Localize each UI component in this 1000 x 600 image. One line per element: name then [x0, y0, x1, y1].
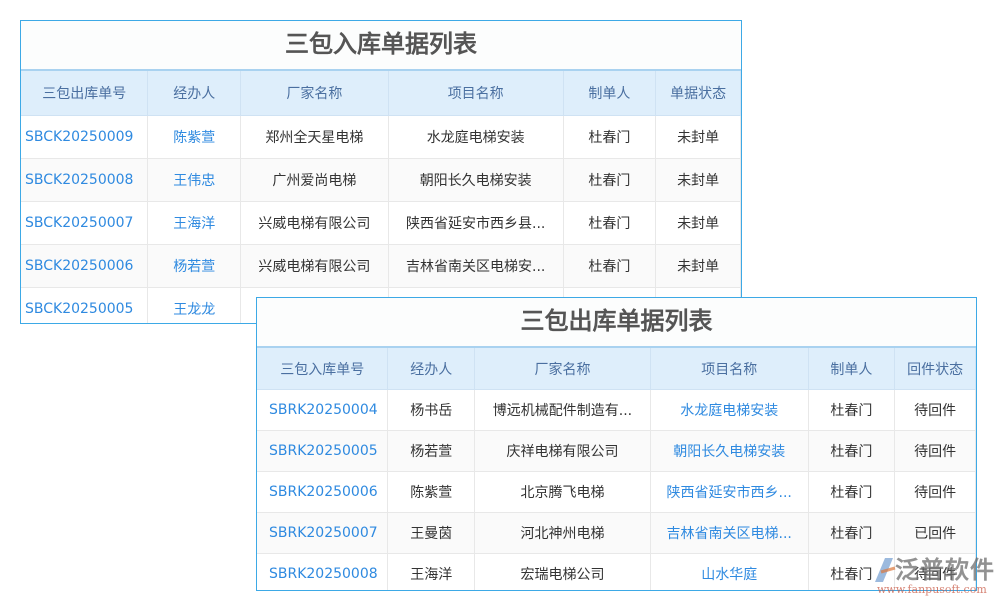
inbound-list-title: 三包入库单据列表 — [21, 21, 741, 71]
order-number-link[interactable]: SBCK20250009 — [21, 116, 148, 159]
table-cell: 杜春门 — [563, 159, 656, 202]
table-cell: 博远机械配件制造有... — [475, 390, 651, 431]
table-cell: 杜春门 — [808, 472, 895, 513]
order-number-link[interactable]: SBRK20250006 — [257, 472, 388, 513]
outbound-list-panel: 三包出库单据列表 三包入库单号经办人厂家名称项目名称制单人回件状态 SBRK20… — [256, 297, 977, 591]
order-number-link[interactable]: SBRK20250008 — [257, 554, 388, 592]
table-cell[interactable]: 朝阳长久电梯安装 — [650, 431, 808, 472]
column-header[interactable]: 经办人 — [388, 348, 475, 390]
table-cell: 王海洋 — [388, 554, 475, 592]
table-cell[interactable]: 吉林省南关区电梯... — [650, 513, 808, 554]
table-cell: 已回件 — [895, 513, 976, 554]
table-cell[interactable]: 山水华庭 — [650, 554, 808, 592]
table-row[interactable]: SBCK20250008王伟忠广州爱尚电梯朝阳长久电梯安装杜春门未封单 — [21, 159, 741, 202]
column-header[interactable]: 厂家名称 — [241, 71, 389, 116]
table-cell: 待回件 — [895, 390, 976, 431]
column-header[interactable]: 厂家名称 — [475, 348, 651, 390]
table-cell: 吉林省南关区电梯安... — [388, 245, 563, 288]
table-cell: 朝阳长久电梯安装 — [388, 159, 563, 202]
table-cell: 杜春门 — [563, 116, 656, 159]
watermark-url: www.fanpusoft.com — [877, 583, 987, 596]
table-cell: 未封单 — [656, 245, 741, 288]
table-cell[interactable]: 杨若萱 — [148, 245, 241, 288]
column-header[interactable]: 三包出库单号 — [21, 71, 148, 116]
inbound-list-panel: 三包入库单据列表 三包出库单号经办人厂家名称项目名称制单人单据状态 SBCK20… — [20, 20, 742, 324]
outbound-list-title: 三包出库单据列表 — [257, 298, 976, 348]
table-cell[interactable]: 陈紫萱 — [148, 116, 241, 159]
order-number-link[interactable]: SBRK20250004 — [257, 390, 388, 431]
order-number-link[interactable]: SBCK20250008 — [21, 159, 148, 202]
table-cell[interactable]: 王伟忠 — [148, 159, 241, 202]
watermark-logo: 泛普软件 www.fanpusoft.com — [865, 550, 1000, 600]
table-row[interactable]: SBRK20250004杨书岳博远机械配件制造有...水龙庭电梯安装杜春门待回件 — [257, 390, 976, 431]
table-cell: 庆祥电梯有限公司 — [475, 431, 651, 472]
column-header[interactable]: 单据状态 — [656, 71, 741, 116]
watermark-brand: 泛普软件 — [895, 550, 995, 585]
order-number-link[interactable]: SBCK20250005 — [21, 288, 148, 325]
column-header[interactable]: 项目名称 — [650, 348, 808, 390]
table-cell: 杜春门 — [808, 390, 895, 431]
table-row[interactable]: SBRK20250005杨若萱庆祥电梯有限公司朝阳长久电梯安装杜春门待回件 — [257, 431, 976, 472]
order-number-link[interactable]: SBRK20250007 — [257, 513, 388, 554]
column-header[interactable]: 制单人 — [563, 71, 656, 116]
table-cell: 兴威电梯有限公司 — [241, 202, 389, 245]
table-cell: 王曼茵 — [388, 513, 475, 554]
table-row[interactable]: SBCK20250009陈紫萱郑州全天星电梯水龙庭电梯安装杜春门未封单 — [21, 116, 741, 159]
column-header[interactable]: 经办人 — [148, 71, 241, 116]
table-row[interactable]: SBRK20250007王曼茵河北神州电梯吉林省南关区电梯...杜春门已回件 — [257, 513, 976, 554]
table-cell: 未封单 — [656, 159, 741, 202]
column-header[interactable]: 回件状态 — [895, 348, 976, 390]
table-cell: 杜春门 — [808, 513, 895, 554]
table-cell: 陈紫萱 — [388, 472, 475, 513]
logo-icon — [871, 554, 897, 584]
table-cell: 未封单 — [656, 202, 741, 245]
column-header[interactable]: 制单人 — [808, 348, 895, 390]
table-cell: 水龙庭电梯安装 — [388, 116, 563, 159]
column-header[interactable]: 三包入库单号 — [257, 348, 388, 390]
table-cell: 北京腾飞电梯 — [475, 472, 651, 513]
order-number-link[interactable]: SBCK20250007 — [21, 202, 148, 245]
table-cell: 杨书岳 — [388, 390, 475, 431]
table-row[interactable]: SBRK20250006陈紫萱北京腾飞电梯陕西省延安市西乡...杜春门待回件 — [257, 472, 976, 513]
order-number-link[interactable]: SBRK20250005 — [257, 431, 388, 472]
table-cell: 待回件 — [895, 472, 976, 513]
table-cell[interactable]: 王海洋 — [148, 202, 241, 245]
table-cell: 宏瑞电梯公司 — [475, 554, 651, 592]
table-cell: 杜春门 — [563, 245, 656, 288]
table-cell: 陕西省延安市西乡县... — [388, 202, 563, 245]
table-cell: 河北神州电梯 — [475, 513, 651, 554]
table-cell: 杨若萱 — [388, 431, 475, 472]
table-cell[interactable]: 王龙龙 — [148, 288, 241, 325]
table-cell: 杜春门 — [563, 202, 656, 245]
table-cell: 未封单 — [656, 116, 741, 159]
table-cell: 兴威电梯有限公司 — [241, 245, 389, 288]
table-cell[interactable]: 陕西省延安市西乡... — [650, 472, 808, 513]
column-header[interactable]: 项目名称 — [388, 71, 563, 116]
table-cell: 广州爱尚电梯 — [241, 159, 389, 202]
order-number-link[interactable]: SBCK20250006 — [21, 245, 148, 288]
inbound-table: 三包出库单号经办人厂家名称项目名称制单人单据状态 SBCK20250009陈紫萱… — [21, 71, 741, 324]
table-row[interactable]: SBCK20250007王海洋兴威电梯有限公司陕西省延安市西乡县...杜春门未封… — [21, 202, 741, 245]
table-row[interactable]: SBCK20250006杨若萱兴威电梯有限公司吉林省南关区电梯安...杜春门未封… — [21, 245, 741, 288]
table-cell: 待回件 — [895, 431, 976, 472]
table-cell: 郑州全天星电梯 — [241, 116, 389, 159]
table-cell[interactable]: 水龙庭电梯安装 — [650, 390, 808, 431]
table-cell: 杜春门 — [808, 431, 895, 472]
